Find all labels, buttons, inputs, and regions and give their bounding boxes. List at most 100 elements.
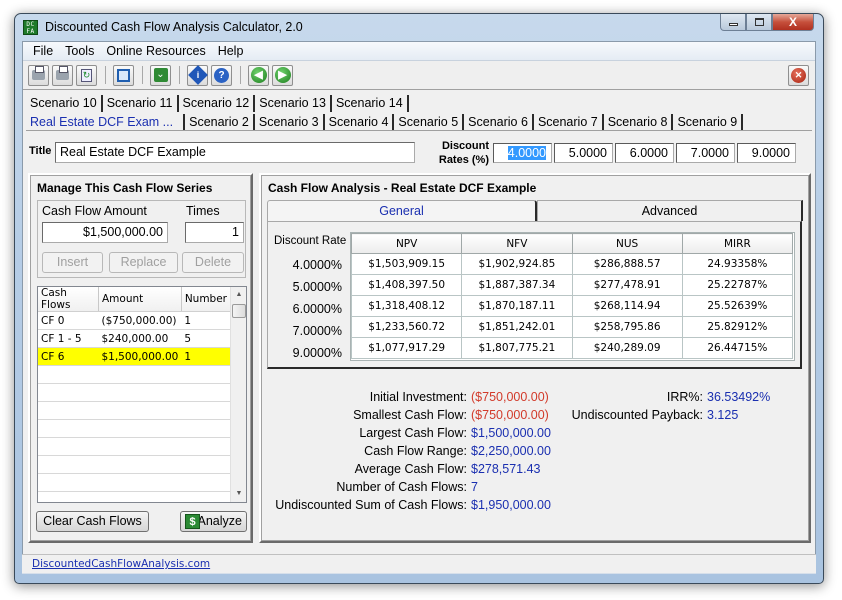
maximize-button[interactable] (746, 14, 772, 31)
menu-tools[interactable]: Tools (59, 44, 100, 58)
discount-rate-input-1[interactable]: 4.0000 (493, 143, 552, 163)
cash-flow-empty-row[interactable] (38, 437, 231, 456)
cash-flow-cell-number (181, 473, 231, 492)
column-header-amount[interactable]: Amount (98, 287, 182, 312)
back-button[interactable]: ◀ (248, 64, 269, 86)
cash-flow-row[interactable]: CF 0 ($750,000.00) 1 (38, 311, 231, 330)
toolbar-separator (179, 66, 180, 84)
tab-scenario-14[interactable]: Scenario 14 (331, 95, 409, 112)
column-header-nfv[interactable]: NFV (461, 233, 573, 254)
menu-online-resources[interactable]: Online Resources (100, 44, 211, 58)
cash-flow-cell-number: 1 (181, 347, 231, 366)
analyze-button[interactable]: $ Analyze (180, 511, 247, 532)
manage-heading: Manage This Cash Flow Series (37, 181, 213, 195)
minimize-button[interactable] (720, 14, 746, 31)
tab-scenario-7[interactable]: Scenario 7 (533, 114, 604, 131)
discount-rate-input-4[interactable]: 7.0000 (676, 143, 735, 163)
website-link[interactable]: DiscountedCashFlowAnalysis.com (32, 558, 210, 570)
tab-scenario-10[interactable]: Scenario 10 (26, 95, 103, 112)
insert-button[interactable]: Insert (42, 252, 103, 273)
cash-flow-cell-amount (98, 419, 182, 438)
times-input[interactable]: 1 (185, 222, 244, 243)
tab-scenario-4[interactable]: Scenario 4 (324, 114, 395, 131)
cash-flow-empty-row[interactable] (38, 491, 231, 502)
title-input[interactable]: Real Estate DCF Example (55, 142, 415, 163)
column-header-mirr[interactable]: MIRR (681, 233, 794, 254)
title-label: Title (29, 145, 52, 157)
tab-scenario-12[interactable]: Scenario 12 (178, 95, 256, 112)
tab-scenario-11[interactable]: Scenario 11 (102, 95, 179, 112)
cash-flow-cell-name (38, 491, 99, 502)
menu-file[interactable]: File (27, 44, 59, 58)
column-header-cash-flows[interactable]: Cash Flows (38, 287, 99, 312)
tab-real-estate-dcf-example[interactable]: Real Estate DCF Exam ... (26, 114, 186, 131)
exit-button[interactable]: ✕ (788, 65, 809, 86)
help-button[interactable]: ? (211, 64, 232, 86)
analysis-heading: Cash Flow Analysis - Real Estate DCF Exa… (268, 181, 537, 195)
tab-general[interactable]: General (267, 200, 537, 221)
scroll-down-arrow-icon[interactable]: ▼ (231, 486, 246, 502)
cash-flow-list-scrollbar[interactable]: ▲ ▼ (230, 287, 246, 502)
menu-help[interactable]: Help (212, 44, 250, 58)
results-grid[interactable]: NPV NFV NUS MIRR $1,503,909.15 $1,902,924… (350, 232, 795, 361)
discount-rate-row-label: 4.0000% (292, 258, 342, 272)
scroll-up-arrow-icon[interactable]: ▲ (231, 287, 246, 303)
print-button[interactable] (28, 64, 49, 86)
results-row[interactable]: $1,077,917.29 $1,807,775.21 $240,289.09 26.… (350, 337, 794, 359)
info-button[interactable]: i (187, 64, 208, 86)
cash-flow-cell-number: 5 (181, 329, 231, 348)
results-row[interactable]: $1,233,560.72 $1,851,242.01 $258,795.86 25.… (350, 316, 794, 338)
discount-rate-input-3[interactable]: 6.0000 (615, 143, 674, 163)
tab-scenario-3[interactable]: Scenario 3 (254, 114, 325, 131)
panel-frame: Cash Flow Analysis - Real Estate DCF Exa… (261, 175, 809, 541)
cash-flow-cell-name (38, 365, 99, 384)
results-row[interactable]: $1,503,909.15 $1,902,924.85 $286,888.57 24.… (350, 253, 794, 275)
dollar-icon: $ (185, 514, 200, 529)
tab-scenario-2[interactable]: Scenario 2 (185, 114, 255, 131)
cash-flow-amount-input[interactable]: $1,500,000.00 (42, 222, 168, 243)
cash-flow-row[interactable]: CF 1 - 5 $240,000.00 5 (38, 329, 231, 348)
cash-flow-empty-row[interactable] (38, 401, 231, 420)
column-header-nus[interactable]: NUS (571, 233, 683, 254)
window-button[interactable] (113, 64, 134, 86)
forward-button[interactable]: ▶ (272, 64, 293, 86)
tab-scenario-5[interactable]: Scenario 5 (394, 114, 465, 131)
cash-flow-empty-row[interactable] (38, 365, 231, 384)
scrollbar-thumb[interactable] (232, 304, 246, 318)
cash-flow-cell-number (181, 401, 231, 420)
cash-flow-empty-row[interactable] (38, 383, 231, 402)
close-window-button[interactable]: X (772, 14, 814, 31)
discount-rate-input-2[interactable]: 5.0000 (554, 143, 613, 163)
results-row[interactable]: $1,318,408.12 $1,870,187.11 $268,114.94 25.… (350, 295, 794, 317)
tab-scenario-6[interactable]: Scenario 6 (464, 114, 534, 131)
cash-flow-empty-row[interactable] (38, 455, 231, 474)
results-row[interactable]: $1,408,397.50 $1,887,387.34 $277,478.91 25.… (350, 274, 794, 296)
replace-button[interactable]: Replace (109, 252, 178, 273)
cash-flow-cell-name (38, 419, 99, 438)
results-cell-nfv: $1,851,242.01 (461, 316, 573, 338)
results-cell-nus: $286,888.57 (571, 253, 683, 275)
print-report-button[interactable] (52, 64, 73, 86)
column-header-number[interactable]: Number (181, 287, 232, 312)
refresh-button[interactable]: ↻ (76, 64, 97, 86)
title-bar[interactable]: DC FA Discounted Cash Flow Analysis Calc… (15, 14, 823, 42)
cash-flow-cell-name (38, 455, 99, 474)
clear-cash-flows-button[interactable]: Clear Cash Flows (36, 511, 149, 532)
dropdown-button[interactable]: ⌄ (150, 64, 171, 86)
cash-flow-empty-row[interactable] (38, 473, 231, 492)
discount-rate-header: Discount Rate (274, 235, 347, 247)
tab-advanced[interactable]: Advanced (537, 200, 803, 221)
delete-button[interactable]: Delete (182, 252, 244, 273)
cash-flow-cell-name (38, 383, 99, 402)
summary-label: Cash Flow Range: (364, 444, 467, 458)
column-header-npv[interactable]: NPV (350, 233, 463, 254)
tab-scenario-9[interactable]: Scenario 9 (673, 114, 744, 131)
cash-flow-list[interactable]: Cash Flows Amount Number CF 0 ($750,000.0… (37, 286, 247, 503)
discount-rate-input-5[interactable]: 9.0000 (737, 143, 796, 163)
panel-frame: Manage This Cash Flow Series Cash Flow A… (30, 175, 251, 541)
tab-scenario-13[interactable]: Scenario 13 (255, 95, 332, 112)
tab-scenario-8[interactable]: Scenario 8 (603, 114, 674, 131)
toolbar-separator (142, 66, 143, 84)
cash-flow-row[interactable]: CF 6 $1,500,000.00 1 (38, 347, 231, 366)
cash-flow-empty-row[interactable] (38, 419, 231, 438)
